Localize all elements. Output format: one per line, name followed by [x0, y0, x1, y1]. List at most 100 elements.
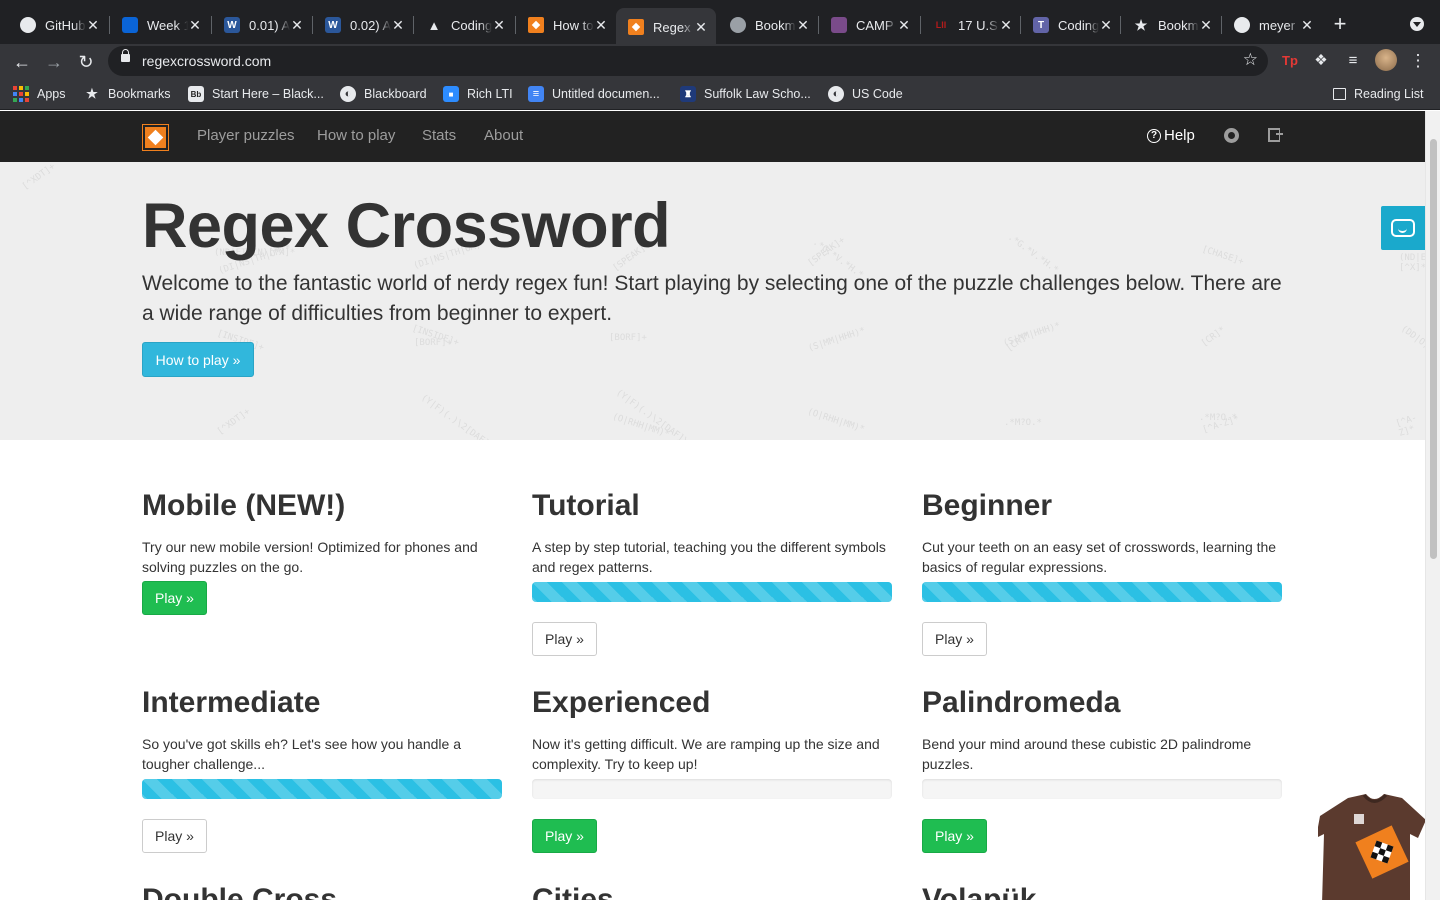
- reading-list-button[interactable]: Reading List: [1333, 85, 1424, 103]
- bookmark-item[interactable]: ★ Bookmarks: [84, 85, 170, 103]
- tab-title: Coding: [451, 17, 492, 33]
- regex-crossword-logo[interactable]: [142, 124, 169, 151]
- github-icon: [1234, 17, 1250, 33]
- bookmark-item[interactable]: ♜ Suffolk Law Scho...: [680, 85, 811, 103]
- bookmark-star-icon[interactable]: ☆: [1243, 50, 1258, 70]
- help-link[interactable]: ? Help: [1147, 127, 1195, 144]
- puzzle-card-description: Cut your teeth on an easy set of crosswo…: [922, 539, 1277, 575]
- play-button[interactable]: Play »: [532, 622, 597, 656]
- suffolk-icon: ♜: [680, 86, 696, 102]
- tab-close-icon[interactable]: ✕: [188, 17, 202, 34]
- play-button[interactable]: Play »: [922, 819, 987, 853]
- tab-close-icon[interactable]: ✕: [897, 17, 911, 34]
- chat-widget-button[interactable]: [1381, 206, 1425, 250]
- tab-search-icon[interactable]: [1410, 17, 1424, 31]
- how-to-play-button[interactable]: How to play »: [142, 342, 254, 377]
- tab-close-icon[interactable]: ✕: [1099, 17, 1113, 34]
- browser-tab[interactable]: LII 17 U.S ✕: [921, 8, 1021, 42]
- bookmark-item[interactable]: ◐ Blackboard: [340, 85, 427, 103]
- more-menu-icon[interactable]: ⋮: [1407, 50, 1429, 72]
- puzzle-progress-bar: [922, 582, 1282, 602]
- url-text[interactable]: regexcrossword.com: [142, 53, 271, 69]
- browser-tab[interactable]: Bookm ✕: [718, 8, 818, 42]
- nav-stats[interactable]: Stats: [422, 127, 456, 144]
- browser-tab[interactable]: W 0.01) A ✕: [212, 8, 312, 42]
- puzzle-progress-bar: [532, 779, 892, 799]
- browser-tab[interactable]: CAMP ✕: [819, 8, 919, 42]
- page-scrollbar[interactable]: [1425, 111, 1440, 900]
- play-button[interactable]: Play »: [922, 622, 987, 656]
- logout-icon[interactable]: [1268, 128, 1283, 142]
- tab-title: Coding: [1058, 17, 1099, 33]
- globe-icon: ◐: [828, 86, 844, 102]
- word-icon: W: [224, 17, 240, 33]
- background-regex-snippet: (O|RHH|MM)*: [805, 407, 866, 435]
- browser-tab[interactable]: ▲ Coding ✕: [414, 8, 514, 42]
- hero-lead-text: Welcome to the fantastic world of nerdy …: [142, 272, 1282, 325]
- play-button[interactable]: Play »: [142, 581, 207, 615]
- browser-tab[interactable]: ★ Bookm ✕: [1121, 8, 1221, 42]
- background-regex-snippet: (Y|F)(.)\2[DAF]\1: [418, 392, 500, 440]
- browser-tab[interactable]: GitHub ✕: [8, 8, 108, 42]
- nav-player-puzzles[interactable]: Player puzzles: [197, 127, 295, 144]
- tab-close-icon[interactable]: ✕: [999, 17, 1013, 34]
- web-page: Player puzzles How to play Stats About ?…: [0, 111, 1425, 900]
- tab-close-icon[interactable]: ✕: [796, 17, 810, 34]
- profile-avatar[interactable]: [1375, 49, 1397, 71]
- back-arrow-icon[interactable]: ←: [10, 50, 34, 74]
- play-button[interactable]: Play »: [532, 819, 597, 853]
- bookmark-label: Blackboard: [364, 87, 427, 101]
- progress-fill: [922, 582, 1282, 602]
- browser-tab[interactable]: T Coding ✕: [1021, 8, 1121, 42]
- browser-tab[interactable]: How to ✕: [516, 8, 616, 42]
- bookmark-item[interactable]: ≡ Untitled documen...: [528, 85, 660, 103]
- bookmark-label: Start Here – Black...: [212, 87, 324, 101]
- tab-close-icon[interactable]: ✕: [1199, 17, 1213, 34]
- extensions-puzzle-icon[interactable]: ❖: [1310, 50, 1332, 72]
- reading-list-icon: [1333, 88, 1346, 100]
- forward-arrow-icon[interactable]: →: [42, 50, 66, 74]
- tab-close-icon[interactable]: ✕: [694, 19, 708, 36]
- browser-tab[interactable]: Regex ✕: [616, 8, 716, 46]
- progress-fill: [532, 582, 892, 602]
- tab-title: 0.02) A: [350, 17, 391, 33]
- blackboard-bb-icon: Bb: [188, 86, 204, 102]
- star-icon: ★: [86, 86, 98, 101]
- nav-about[interactable]: About: [484, 127, 523, 144]
- tab-close-icon[interactable]: ✕: [86, 17, 100, 34]
- address-bar[interactable]: regexcrossword.com ☆: [108, 46, 1268, 76]
- bookmark-item[interactable]: Apps: [13, 85, 66, 103]
- play-button[interactable]: Play »: [142, 819, 207, 853]
- browser-tab[interactable]: meyer ✕: [1222, 8, 1322, 42]
- chat-icon: [1391, 219, 1415, 237]
- tab-close-icon[interactable]: ✕: [1300, 17, 1314, 34]
- reload-icon[interactable]: ↻: [74, 50, 98, 74]
- tab-title: 0.01) A: [249, 17, 290, 33]
- globe-icon: [730, 17, 746, 33]
- tab-close-icon[interactable]: ✕: [391, 17, 405, 34]
- background-regex-snippet: (S|MM|HHH)*: [806, 326, 867, 354]
- tab-close-icon[interactable]: ✕: [290, 17, 304, 34]
- bookmark-item[interactable]: ■ Rich LTI: [443, 85, 513, 103]
- browser-tab[interactable]: Week 1 ✕: [110, 8, 210, 42]
- github-icon[interactable]: [1224, 128, 1239, 143]
- browser-tab[interactable]: W 0.02) A ✕: [313, 8, 413, 42]
- tshirt-promo-image[interactable]: [1318, 794, 1425, 900]
- puzzle-card-title: Palindromeda: [922, 686, 1121, 719]
- lii-icon: LII: [935, 20, 947, 30]
- bookmark-item[interactable]: Bb Start Here – Black...: [188, 85, 324, 103]
- tp-extension-icon[interactable]: Tp: [1279, 50, 1301, 72]
- tab-title: How to: [553, 17, 594, 33]
- tab-close-icon[interactable]: ✕: [492, 17, 506, 34]
- new-tab-button[interactable]: +: [1330, 12, 1350, 36]
- media-control-icon[interactable]: ≡: [1342, 50, 1364, 72]
- background-regex-snippet: (ND|ET|IN)[^X]*: [1399, 253, 1425, 273]
- tab-title: 17 U.S: [958, 17, 998, 33]
- onedrive-icon: [122, 17, 138, 33]
- puzzle-card-title: Tutorial: [532, 489, 640, 522]
- bookmark-label: Apps: [37, 87, 66, 101]
- bookmark-item[interactable]: ◐ US Code: [828, 85, 903, 103]
- tab-close-icon[interactable]: ✕: [594, 17, 608, 34]
- scrollbar-thumb[interactable]: [1430, 139, 1437, 559]
- nav-how-to-play[interactable]: How to play: [317, 127, 395, 144]
